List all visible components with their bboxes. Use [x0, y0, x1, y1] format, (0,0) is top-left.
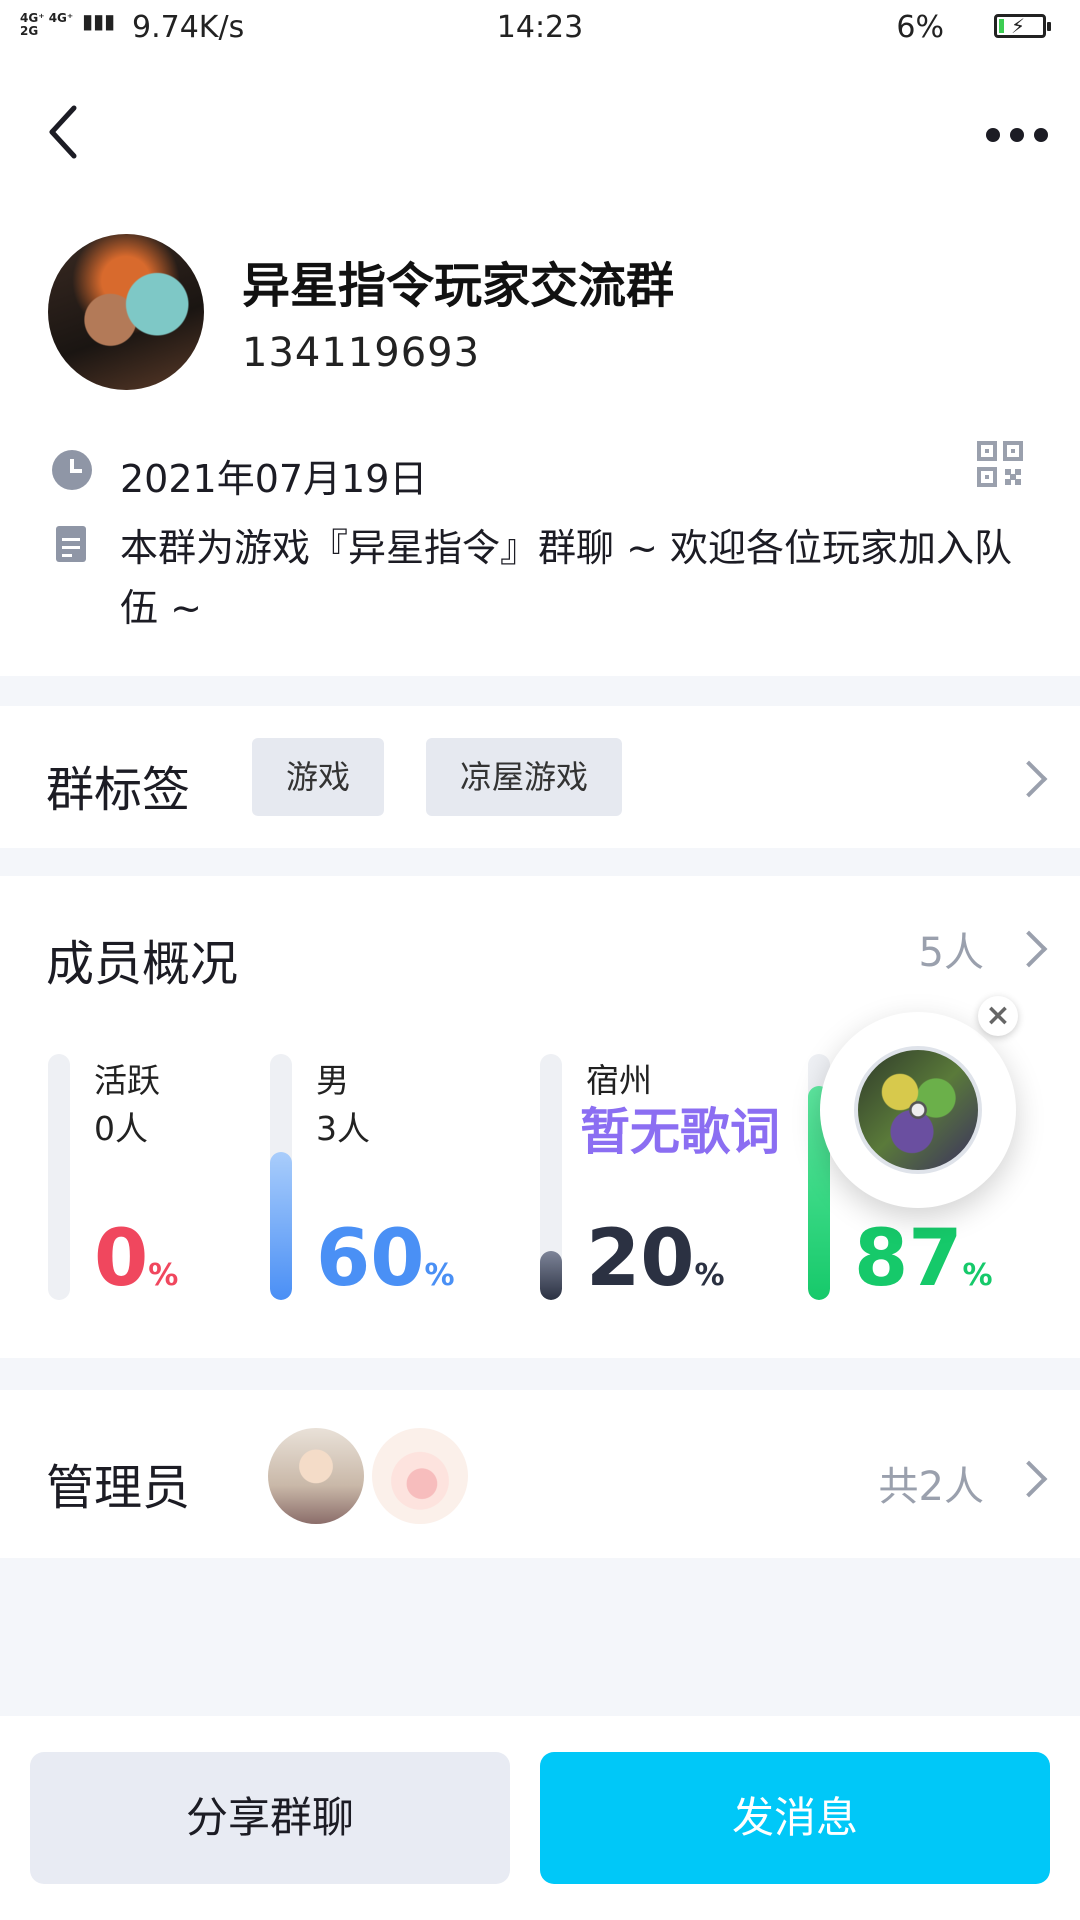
admin-avatar[interactable] [268, 1428, 364, 1524]
more-options-icon[interactable] [982, 120, 1052, 150]
lyrics-overlay: 暂无歌词 [580, 1103, 780, 1161]
clock-icon [52, 450, 92, 490]
male-bar-track [270, 1054, 292, 1300]
group-avatar[interactable] [48, 234, 204, 390]
status-bar: 4G⁺ 4G⁺ 2G ▮▮▮ 9.74K/s 14:23 6% ⚡ [0, 0, 1080, 58]
tag-liangwu-game[interactable]: 凉屋游戏 [426, 738, 623, 816]
stat-percent: 87% [854, 1214, 993, 1304]
created-date: 2021年07月19日 [120, 457, 428, 501]
battery-icon: ⚡ [994, 14, 1051, 38]
region-bar-track [540, 1054, 562, 1300]
battery-percent: 6% [896, 10, 944, 45]
close-icon[interactable]: × [978, 996, 1018, 1036]
stat-count: 3人 [316, 1109, 370, 1148]
stat-percent: 60% [316, 1214, 455, 1304]
charging-icon: ⚡ [1011, 14, 1026, 38]
admin-avatar[interactable] [372, 1428, 468, 1524]
stat-label: 男 [316, 1061, 349, 1100]
floating-music-player[interactable] [820, 1012, 1016, 1208]
stat-percent: 20% [586, 1214, 725, 1304]
description-icon [56, 526, 86, 562]
group-id: 134119693 [242, 330, 481, 376]
share-group-button[interactable]: 分享群聊 [30, 1752, 510, 1884]
album-cover-disc[interactable] [854, 1046, 982, 1174]
male-bar-fill [270, 1152, 292, 1300]
members-title: 成员概况 [46, 936, 239, 992]
member-count[interactable]: 5人 [919, 920, 984, 978]
admin-count[interactable]: 共2人 [879, 1454, 984, 1512]
admins-title: 管理员 [46, 1460, 191, 1516]
send-message-button[interactable]: 发消息 [540, 1752, 1050, 1884]
group-description: 本群为游戏『异星指令』群聊 ~ 欢迎各位玩家加入队伍 ~ [120, 526, 1013, 630]
region-bar-fill [540, 1250, 562, 1300]
tag-game[interactable]: 游戏 [252, 738, 385, 816]
stat-percent: 0% [94, 1214, 179, 1304]
active-bar-track [48, 1054, 70, 1300]
back-icon[interactable] [44, 102, 84, 162]
stat-count: 0人 [94, 1109, 148, 1148]
stat-label: 活跃 [94, 1061, 160, 1100]
qr-code-icon[interactable] [976, 440, 1024, 488]
tags-title: 群标签 [46, 762, 191, 818]
group-name: 异星指令玩家交流群 [242, 258, 675, 314]
